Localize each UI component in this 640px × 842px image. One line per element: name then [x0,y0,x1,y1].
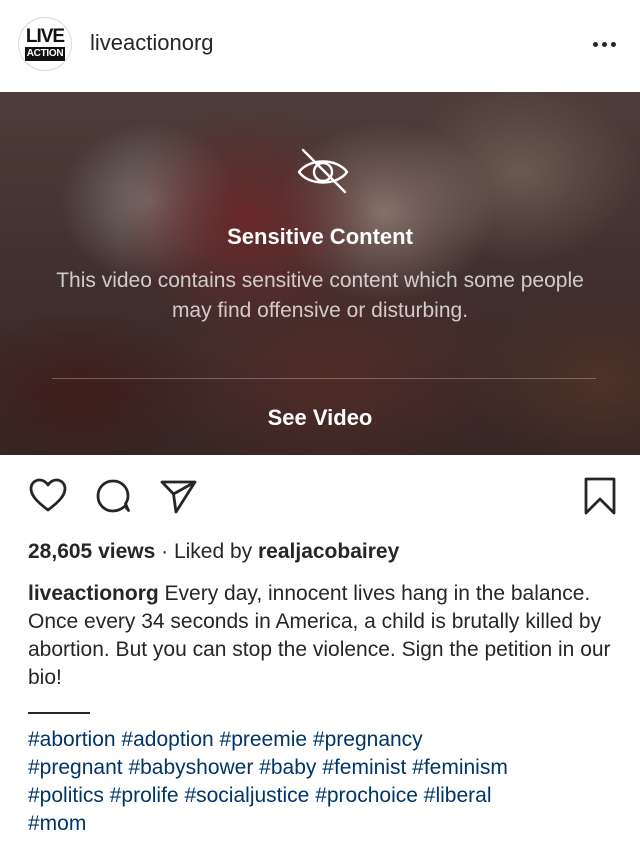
post-stats: 28,605 views · Liked by realjacobairey [28,540,399,564]
avatar-logo-top: LIVE [25,26,65,47]
liked-by-separator: · Liked by [155,540,258,563]
hashtag[interactable]: #liberal [424,784,492,807]
hashtag[interactable]: #babyshower [128,756,253,779]
see-video-button[interactable]: See Video [0,405,640,431]
post-caption: liveactionorg Every day, innocent lives … [28,580,618,692]
hashtag[interactable]: #mom [28,812,86,835]
avatar[interactable]: LIVE ACTION [18,17,72,71]
hashtag[interactable]: #baby [259,756,316,779]
dot [610,41,616,47]
hashtag-list: #abortion #adoption #preemie #pregnancy … [28,726,628,838]
hashtag[interactable]: #prochoice [315,784,418,807]
hashtag[interactable]: #abortion [28,728,116,751]
hashtag[interactable]: #preemie [220,728,308,751]
dot [592,41,598,47]
bookmark-icon[interactable] [580,476,620,516]
hashtag[interactable]: #feminist [322,756,406,779]
post-username[interactable]: liveactionorg [90,30,214,56]
hashtag[interactable]: #politics [28,784,104,807]
hashtag[interactable]: #pregnancy [313,728,423,751]
hashtag[interactable]: #socialjustice [184,784,309,807]
sensitive-content-description: This video contains sensitive content wh… [56,269,584,322]
dot [601,41,607,47]
hashtag[interactable]: #prolife [110,784,179,807]
eye-slash-icon [297,148,349,194]
hashtag[interactable]: #feminism [412,756,508,779]
more-dots-icon[interactable] [586,30,622,58]
comment-icon[interactable] [94,476,134,516]
post-header: LIVE ACTION liveactionorg [0,0,640,92]
overlay-divider [52,378,596,379]
liked-by-user[interactable]: realjacobairey [258,540,399,563]
heart-icon[interactable] [28,476,68,516]
hashtag[interactable]: #pregnant [28,756,123,779]
hashtag[interactable]: #adoption [121,728,213,751]
views-count: 28,605 views [28,540,156,563]
caption-username[interactable]: liveactionorg [28,582,159,605]
action-bar [0,455,640,537]
avatar-logo-bottom: ACTION [25,47,65,61]
paper-plane-icon[interactable] [158,476,198,516]
post-media: Sensitive Content This video contains se… [0,92,640,455]
caption-rule [28,712,90,714]
sensitive-content-title: Sensitive Content [227,224,413,249]
